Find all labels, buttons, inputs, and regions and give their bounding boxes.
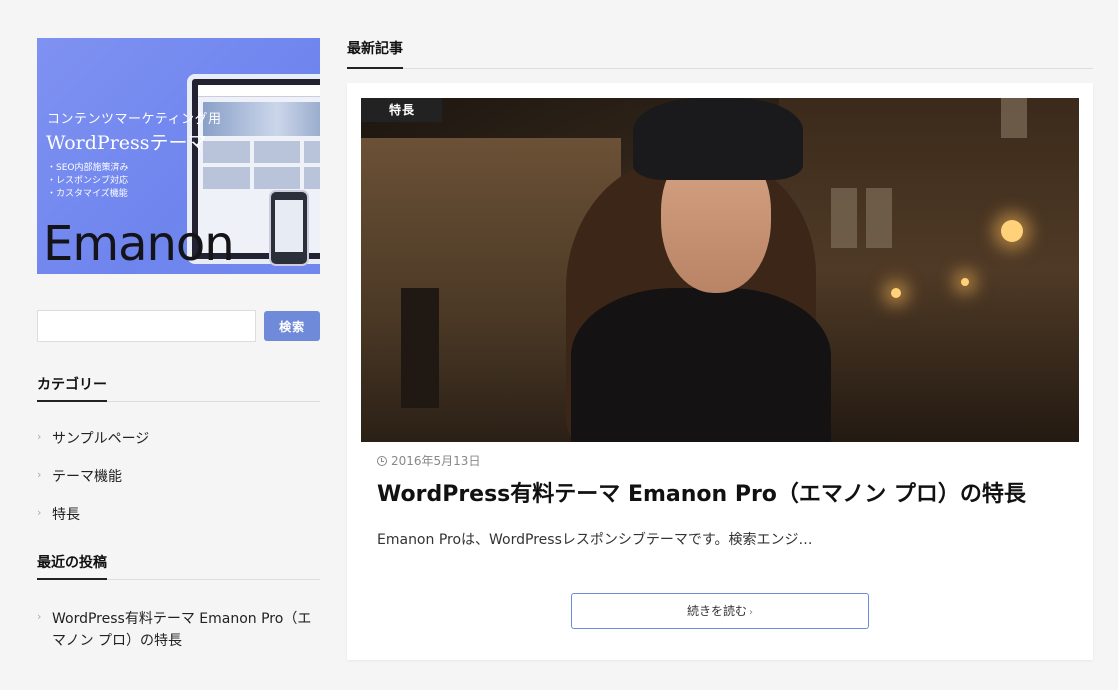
banner-bullet: ・レスポンシブ対応 [47, 176, 129, 186]
banner-bullet: ・カスタマイズ機能 [47, 189, 128, 199]
category-label[interactable]: サンプルページ [52, 431, 149, 447]
recent-post-item[interactable]: › WordPress有料テーマ Emanon Pro（エマノン プロ）の特長 [37, 608, 320, 652]
main-content: 最新記事 特長 2016年5月13日 WordPress有料テーマ Emanon… [347, 38, 1093, 660]
category-item[interactable]: › 特長 [37, 504, 320, 526]
post-excerpt: Emanon Proは、WordPressレスポンシブテーマです。検索エンジ… [377, 532, 813, 548]
search-input[interactable] [37, 310, 257, 342]
recent-posts-heading: 最近の投稿 [37, 552, 320, 580]
search-form: 検索 [37, 310, 320, 342]
categories-widget: カテゴリー › サンプルページ › テーマ機能 › 特長 [37, 374, 320, 526]
read-more-label: 続きを読む [686, 604, 747, 618]
post-title[interactable]: WordPress有料テーマ Emanon Pro（エマノン プロ）の特長 [361, 479, 1079, 511]
section-heading: 最新記事 [347, 38, 1093, 69]
post-card: 特長 2016年5月13日 WordPress有料テーマ Emanon Pro（… [347, 83, 1093, 660]
emanon-banner[interactable]: コンテンツマーケティング用 WordPressテーマ ・SEO内部施策済み ・レ… [37, 38, 320, 274]
banner-logo: Emanon [43, 216, 235, 272]
category-item[interactable]: › サンプルページ [37, 428, 320, 450]
banner-headline: WordPressテーマ [46, 132, 207, 154]
categories-heading: カテゴリー [37, 374, 320, 402]
chevron-right-icon: › [749, 607, 753, 618]
category-item[interactable]: › テーマ機能 [37, 466, 320, 488]
read-more-button[interactable]: 続きを読む › [571, 593, 869, 629]
read-more-wrapper: 続きを読む › [361, 593, 1079, 629]
clock-icon [377, 455, 387, 466]
post-date: 2016年5月13日 [391, 454, 481, 468]
recent-posts-list: › WordPress有料テーマ Emanon Pro（エマノン プロ）の特長 [37, 608, 320, 652]
chevron-right-icon: › [37, 610, 42, 623]
banner-subtitle: コンテンツマーケティング用 [47, 112, 222, 127]
chevron-right-icon: › [37, 506, 42, 519]
recent-posts-widget: 最近の投稿 › WordPress有料テーマ Emanon Pro（エマノン プ… [37, 552, 320, 652]
category-label[interactable]: 特長 [52, 507, 80, 523]
category-tag[interactable]: 特長 [361, 98, 443, 122]
post-thumbnail[interactable]: 特長 [361, 98, 1079, 442]
sidebar: コンテンツマーケティング用 WordPressテーマ ・SEO内部施策済み ・レ… [37, 38, 320, 668]
search-button[interactable]: 検索 [264, 311, 320, 341]
banner-bullets: ・SEO内部施策済み ・レスポンシブ対応 ・カスタマイズ機能 [47, 162, 128, 201]
category-label[interactable]: テーマ機能 [52, 469, 122, 485]
banner-bullet: ・SEO内部施策済み [47, 163, 129, 173]
phone-illustration [269, 190, 309, 266]
chevron-right-icon: › [37, 468, 42, 481]
recent-post-link[interactable]: WordPress有料テーマ Emanon Pro（エマノン プロ）の特長 [52, 611, 311, 649]
post-meta: 2016年5月13日 [361, 452, 1079, 469]
chevron-right-icon: › [37, 430, 42, 443]
categories-list: › サンプルページ › テーマ機能 › 特長 [37, 428, 320, 526]
